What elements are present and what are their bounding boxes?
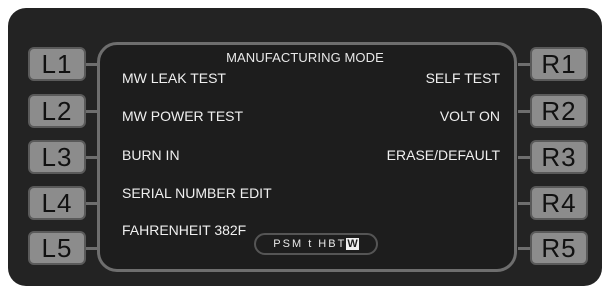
key-connector (86, 247, 98, 250)
option-volt-on[interactable]: VOLT ON (440, 108, 500, 124)
soft-key-l3[interactable]: L3 (28, 140, 86, 174)
key-connector (86, 156, 98, 159)
screen-title: MANUFACTURING MODE (226, 50, 384, 65)
option-burn-in[interactable]: BURN IN (122, 147, 180, 163)
key-connector (518, 247, 530, 250)
soft-key-l4[interactable]: L4 (28, 186, 86, 220)
soft-key-r5[interactable]: R5 (530, 231, 588, 265)
key-connector (518, 156, 530, 159)
option-erase-default[interactable]: ERASE/DEFAULT (387, 147, 500, 163)
option-mw-leak-test[interactable]: MW LEAK TEST (122, 70, 226, 86)
key-connector (518, 202, 530, 205)
key-connector (518, 110, 530, 113)
key-connector (86, 110, 98, 113)
status-text: PSM t HBT (273, 238, 347, 250)
key-connector (86, 202, 98, 205)
option-self-test[interactable]: SELF TEST (426, 70, 500, 86)
status-highlight: W (346, 238, 359, 250)
option-mw-power-test[interactable]: MW POWER TEST (122, 108, 243, 124)
option-serial-number-edit[interactable]: SERIAL NUMBER EDIT (122, 185, 272, 201)
soft-key-r2[interactable]: R2 (530, 94, 588, 128)
status-indicator-bar: PSM t HBTW (254, 233, 378, 255)
option-fahrenheit[interactable]: FAHRENHEIT 382F (122, 222, 246, 238)
soft-key-l2[interactable]: L2 (28, 94, 86, 128)
soft-key-r3[interactable]: R3 (530, 140, 588, 174)
soft-key-l5[interactable]: L5 (28, 231, 86, 265)
soft-key-r4[interactable]: R4 (530, 186, 588, 220)
